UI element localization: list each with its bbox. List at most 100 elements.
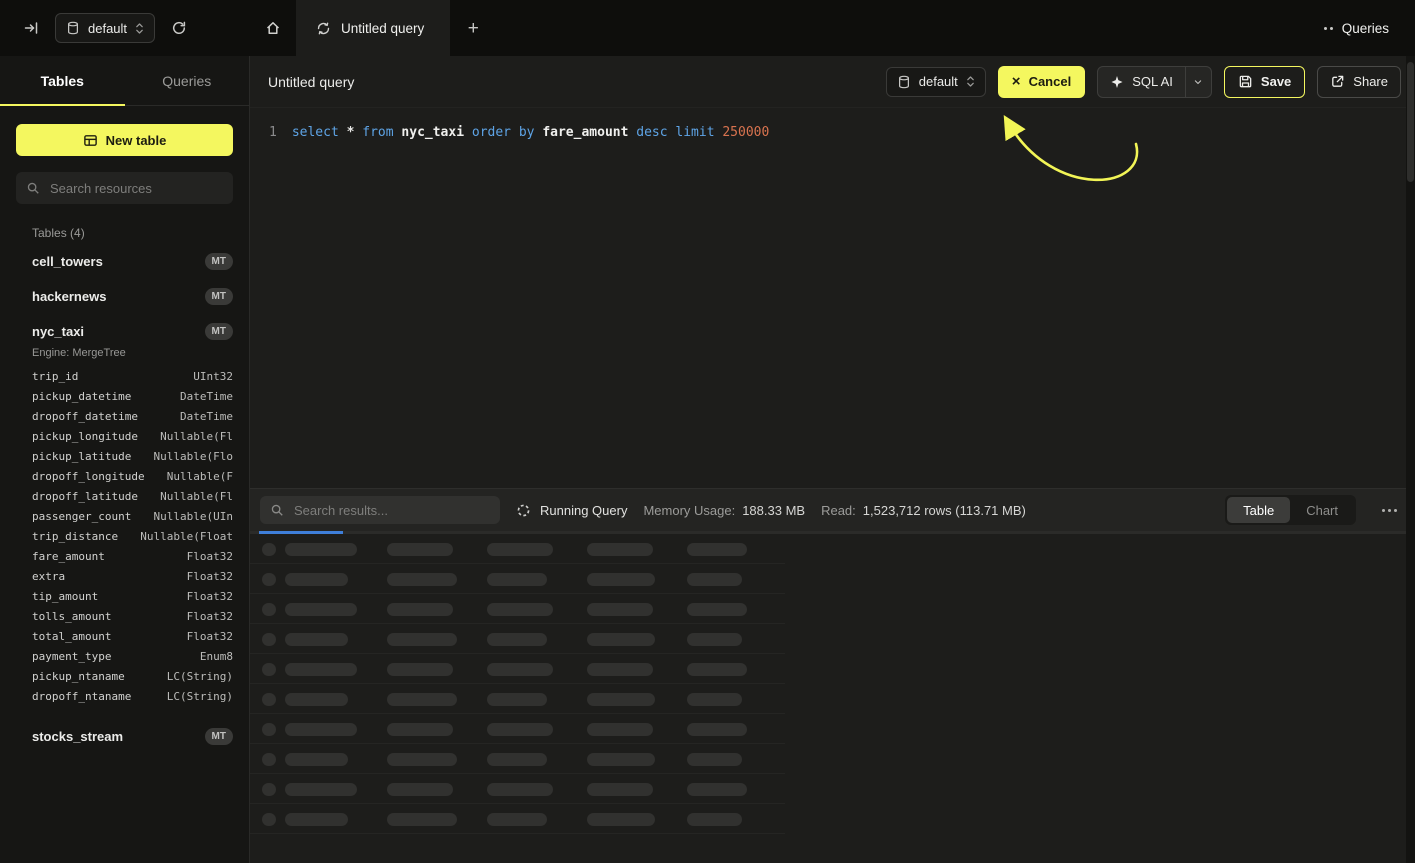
loading-spinner-icon (516, 503, 531, 518)
overflow-dots-icon (1382, 509, 1385, 512)
database-selector-value: default (88, 21, 127, 36)
column-type: LC(String) (167, 687, 233, 707)
sidebar-tab-tables[interactable]: Tables (0, 56, 125, 105)
query-token: limit (675, 125, 714, 140)
column-type: Float32 (187, 627, 233, 647)
cancel-query-button[interactable]: × Cancel (998, 66, 1085, 98)
column-type: DateTime (180, 407, 233, 427)
database-selector[interactable]: default (55, 13, 155, 43)
engine-badge: MT (205, 253, 233, 270)
sidebar-table-cell_towers[interactable]: cell_towers MT (0, 244, 249, 279)
skeleton-bar (262, 603, 276, 616)
column-row: extraFloat32 (32, 567, 233, 587)
scrollbar-thumb[interactable] (1407, 62, 1414, 182)
column-row: pickup_ntanameLC(String) (32, 667, 233, 687)
table-icon (83, 133, 98, 148)
skeleton-bar (487, 753, 547, 766)
memory-usage-value: 188.33 MB (742, 503, 805, 518)
skeleton-bar (487, 783, 553, 796)
skeleton-bar (687, 603, 747, 616)
query-database-selector[interactable]: default (886, 67, 986, 97)
tab-untitled-query[interactable]: Untitled query (296, 0, 450, 56)
save-button[interactable]: Save (1224, 66, 1305, 98)
column-row: dropoff_ntanameLC(String) (32, 687, 233, 707)
home-tab-button[interactable] (250, 0, 296, 56)
table-name: nyc_taxi (32, 324, 84, 339)
column-row: dropoff_latitudeNullable(Fl (32, 487, 233, 507)
skeleton-bar (587, 603, 653, 616)
skeleton-row (250, 684, 785, 714)
skeleton-row (250, 774, 785, 804)
column-type: Float32 (187, 607, 233, 627)
sql-ai-dropdown-button[interactable] (1185, 67, 1211, 97)
cancel-label: Cancel (1029, 74, 1072, 89)
sql-editor[interactable]: 1 select * from nyc_taxi order by fare_a… (250, 108, 1415, 488)
skeleton-bar (687, 543, 747, 556)
skeleton-bar (487, 603, 553, 616)
column-type: Float32 (187, 587, 233, 607)
column-type: Nullable(Fl (160, 487, 233, 507)
results-overflow-menu-button[interactable] (1378, 503, 1401, 518)
skeleton-bar (387, 543, 453, 556)
query-token: from (362, 125, 393, 140)
skeleton-bar (285, 723, 357, 736)
column-row: total_amount Float32 (32, 627, 233, 647)
view-toggle-chart[interactable]: Chart (1290, 497, 1354, 523)
share-button[interactable]: Share (1317, 66, 1401, 98)
skeleton-bar (285, 813, 348, 826)
refresh-button[interactable] (168, 17, 190, 39)
tables-list: cell_towersMThackernewsMTnyc_taxiMTEngin… (0, 244, 249, 863)
scrollbar[interactable] (1406, 56, 1415, 863)
new-table-button[interactable]: New table (16, 124, 233, 156)
skeleton-bar (587, 663, 653, 676)
search-resources-input[interactable] (48, 180, 223, 197)
skeleton-bar (262, 723, 276, 736)
skeleton-bar (387, 693, 457, 706)
skeleton-bar (687, 633, 742, 646)
chevron-updown-icon (966, 75, 975, 88)
new-table-label: New table (106, 133, 167, 148)
sidebar-tab-queries[interactable]: Queries (125, 56, 250, 105)
skeleton-table (250, 534, 1415, 863)
sidebar-table-hackernews[interactable]: hackernewsMT (0, 279, 249, 314)
skeleton-bar (262, 573, 276, 586)
sql-ai-button[interactable]: SQL AI (1098, 67, 1185, 97)
column-name: fare_amount (32, 547, 105, 567)
column-row: trip_idUInt32 (32, 367, 233, 387)
column-name: payment_type (32, 647, 111, 667)
view-toggle-table[interactable]: Table (1227, 497, 1290, 523)
column-type: Nullable(F (167, 467, 233, 487)
column-name: pickup_longitude (32, 427, 138, 447)
queries-menu-button[interactable]: Queries (1324, 0, 1415, 56)
save-label: Save (1261, 74, 1291, 89)
query-database-value: default (919, 74, 958, 89)
tables-section-label: Tables (4) (32, 226, 233, 240)
column-type: Nullable(Float (140, 527, 233, 547)
new-tab-button[interactable]: + (450, 0, 496, 56)
column-type: Nullable(Fl (160, 427, 233, 447)
results-panel: Running Query Memory Usage: 188.33 MB Re… (250, 488, 1415, 863)
column-type: DateTime (180, 387, 233, 407)
skeleton-row (250, 744, 785, 774)
sidebar-table-nyc_taxi[interactable]: nyc_taxiMT (0, 314, 249, 349)
top-bar-left: default (0, 0, 250, 56)
skeleton-row (250, 594, 785, 624)
skeleton-bar (285, 603, 357, 616)
search-results-input[interactable] (292, 502, 490, 519)
skeleton-bar (262, 633, 276, 646)
query-token: desc (636, 125, 667, 140)
skeleton-bar (285, 663, 357, 676)
skeleton-row (250, 654, 785, 684)
column-list: trip_idUInt32pickup_datetimeDateTimedrop… (32, 367, 233, 707)
sidebar-table-stocks_stream[interactable]: stocks_streamMT (0, 719, 249, 754)
table-name: stocks_stream (32, 729, 123, 744)
line-number: 1 (269, 123, 277, 488)
close-icon: × (1012, 74, 1021, 89)
skeleton-bar (687, 813, 742, 826)
collapse-sidebar-button[interactable] (20, 17, 42, 39)
skeleton-bar (262, 663, 276, 676)
skeleton-bar (687, 753, 742, 766)
table-name: cell_towers (32, 254, 103, 269)
column-row: tip_amountFloat32 (32, 587, 233, 607)
column-name: total_amount (32, 627, 111, 647)
